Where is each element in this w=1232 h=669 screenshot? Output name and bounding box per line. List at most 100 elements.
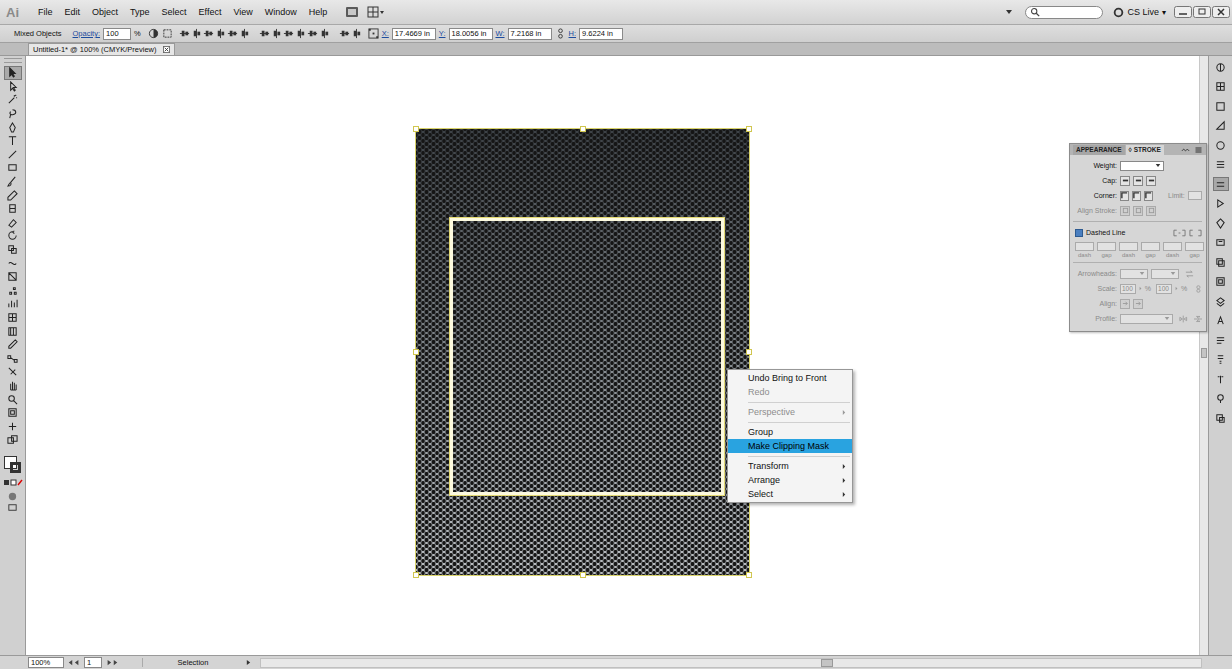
start-arrowhead-dropdown[interactable] xyxy=(1120,269,1148,279)
tool-button[interactable] xyxy=(4,93,22,107)
tool-button[interactable] xyxy=(4,256,22,270)
constrain-link-icon[interactable] xyxy=(555,28,566,39)
tool-button[interactable] xyxy=(4,161,22,175)
panel-collapse-icon[interactable] xyxy=(1181,147,1190,153)
tool-button[interactable] xyxy=(4,188,22,202)
arrow-align-button[interactable] xyxy=(1120,299,1130,309)
page-prev-icon[interactable] xyxy=(67,659,81,666)
align-icon[interactable] xyxy=(227,28,238,39)
transform-field[interactable]: 17.4669 in xyxy=(392,28,436,40)
transform-label[interactable]: Y: xyxy=(439,29,446,38)
align-icon[interactable] xyxy=(203,28,214,39)
tool-button[interactable] xyxy=(4,392,22,406)
tool-button[interactable] xyxy=(4,433,22,447)
dash-gap-field[interactable] xyxy=(1141,242,1160,251)
context-menu-item[interactable]: Arrange xyxy=(728,473,852,487)
tool-button[interactable] xyxy=(4,406,22,420)
context-menu-item[interactable]: Perspective xyxy=(728,405,852,419)
placed-image[interactable] xyxy=(416,129,749,575)
close-icon[interactable] xyxy=(1212,6,1230,18)
context-menu-item[interactable]: Undo Bring to Front xyxy=(728,371,852,385)
tool-button[interactable] xyxy=(4,216,22,230)
scale-stepper-icon[interactable] xyxy=(1175,285,1178,292)
cap-button[interactable] xyxy=(1133,176,1143,186)
weight-dropdown[interactable] xyxy=(1120,161,1164,171)
canvas[interactable] xyxy=(26,56,1208,655)
panel-button[interactable] xyxy=(1213,294,1229,308)
cap-button[interactable] xyxy=(1120,176,1130,186)
panel-button[interactable] xyxy=(1213,99,1229,113)
transform-label[interactable]: X: xyxy=(382,29,389,38)
transform-label[interactable]: H: xyxy=(569,29,577,38)
menu-item[interactable]: Object xyxy=(86,7,124,17)
menu-item[interactable]: Select xyxy=(156,7,193,17)
panel-button[interactable] xyxy=(1213,236,1229,250)
opacity-field[interactable]: 100 xyxy=(103,28,131,40)
tool-button[interactable] xyxy=(4,134,22,148)
transform-field[interactable]: 18.0056 in xyxy=(449,28,493,40)
document-tab[interactable]: Untitled-1* @ 100% (CMYK/Preview) xyxy=(28,43,175,55)
tool-button[interactable] xyxy=(4,80,22,94)
panel-button[interactable] xyxy=(1213,138,1229,152)
tool-button[interactable] xyxy=(4,202,22,216)
tool-button[interactable] xyxy=(4,351,22,365)
corner-button[interactable] xyxy=(1144,191,1153,201)
align-icon[interactable] xyxy=(259,28,270,39)
align-icon[interactable] xyxy=(239,28,250,39)
tool-button[interactable] xyxy=(4,175,22,189)
panel-button[interactable] xyxy=(1213,216,1229,230)
context-menu-item[interactable]: Group xyxy=(728,425,852,439)
selected-rectangle[interactable] xyxy=(450,218,724,495)
panel-button[interactable] xyxy=(1213,60,1229,74)
corner-button[interactable] xyxy=(1120,191,1129,201)
link-scale-icon[interactable] xyxy=(1195,285,1202,293)
tool-button[interactable] xyxy=(4,243,22,257)
minimize-icon[interactable] xyxy=(1174,6,1192,18)
transform-label[interactable]: W: xyxy=(496,29,505,38)
dash-gap-field[interactable] xyxy=(1097,242,1116,251)
tool-button[interactable] xyxy=(4,419,22,433)
align-icon[interactable] xyxy=(271,28,282,39)
tool-button[interactable] xyxy=(4,107,22,121)
end-arrowhead-dropdown[interactable] xyxy=(1151,269,1179,279)
reference-point-icon[interactable] xyxy=(368,28,379,39)
panel-button[interactable] xyxy=(1213,353,1229,367)
flip-across-icon[interactable] xyxy=(1194,315,1202,323)
panel-button[interactable] xyxy=(1213,411,1229,425)
tool-button[interactable] xyxy=(4,120,22,134)
panel-button[interactable] xyxy=(1213,177,1229,191)
panel-button[interactable] xyxy=(1213,392,1229,406)
tool-button[interactable] xyxy=(4,324,22,338)
close-tab-icon[interactable] xyxy=(163,46,170,53)
context-menu-item[interactable]: Select xyxy=(728,487,852,501)
tool-button[interactable] xyxy=(4,229,22,243)
align-icon[interactable] xyxy=(319,28,330,39)
tool-button[interactable] xyxy=(4,365,22,379)
dash-align-corners-icon[interactable] xyxy=(1189,229,1202,237)
corner-button[interactable] xyxy=(1132,191,1141,201)
panel-button[interactable] xyxy=(1213,158,1229,172)
search-field[interactable] xyxy=(1025,6,1103,19)
menu-item[interactable]: Help xyxy=(303,7,334,17)
context-menu-item[interactable]: Transform xyxy=(728,459,852,473)
align-icon[interactable] xyxy=(191,28,202,39)
flip-along-icon[interactable] xyxy=(1179,315,1187,323)
panel-button[interactable] xyxy=(1213,314,1229,328)
dash-align-exact-icon[interactable] xyxy=(1173,229,1186,237)
menu-item[interactable]: View xyxy=(227,7,258,17)
tool-button[interactable] xyxy=(4,297,22,311)
align-to-icon[interactable] xyxy=(162,28,173,39)
panel-button[interactable] xyxy=(1213,255,1229,269)
panel-button[interactable] xyxy=(1213,80,1229,94)
recolor-icon[interactable] xyxy=(148,28,159,39)
tool-button[interactable] xyxy=(4,284,22,298)
tool-button[interactable] xyxy=(4,66,22,80)
scale-field[interactable]: 100 xyxy=(1156,284,1172,294)
align-icon[interactable] xyxy=(215,28,226,39)
tool-button[interactable] xyxy=(4,148,22,162)
panel-button[interactable] xyxy=(1213,372,1229,386)
tool-button[interactable] xyxy=(4,270,22,284)
dash-gap-field[interactable] xyxy=(1185,242,1204,251)
menu-item[interactable]: Edit xyxy=(59,7,87,17)
transform-field[interactable]: 7.2168 in xyxy=(508,28,552,40)
